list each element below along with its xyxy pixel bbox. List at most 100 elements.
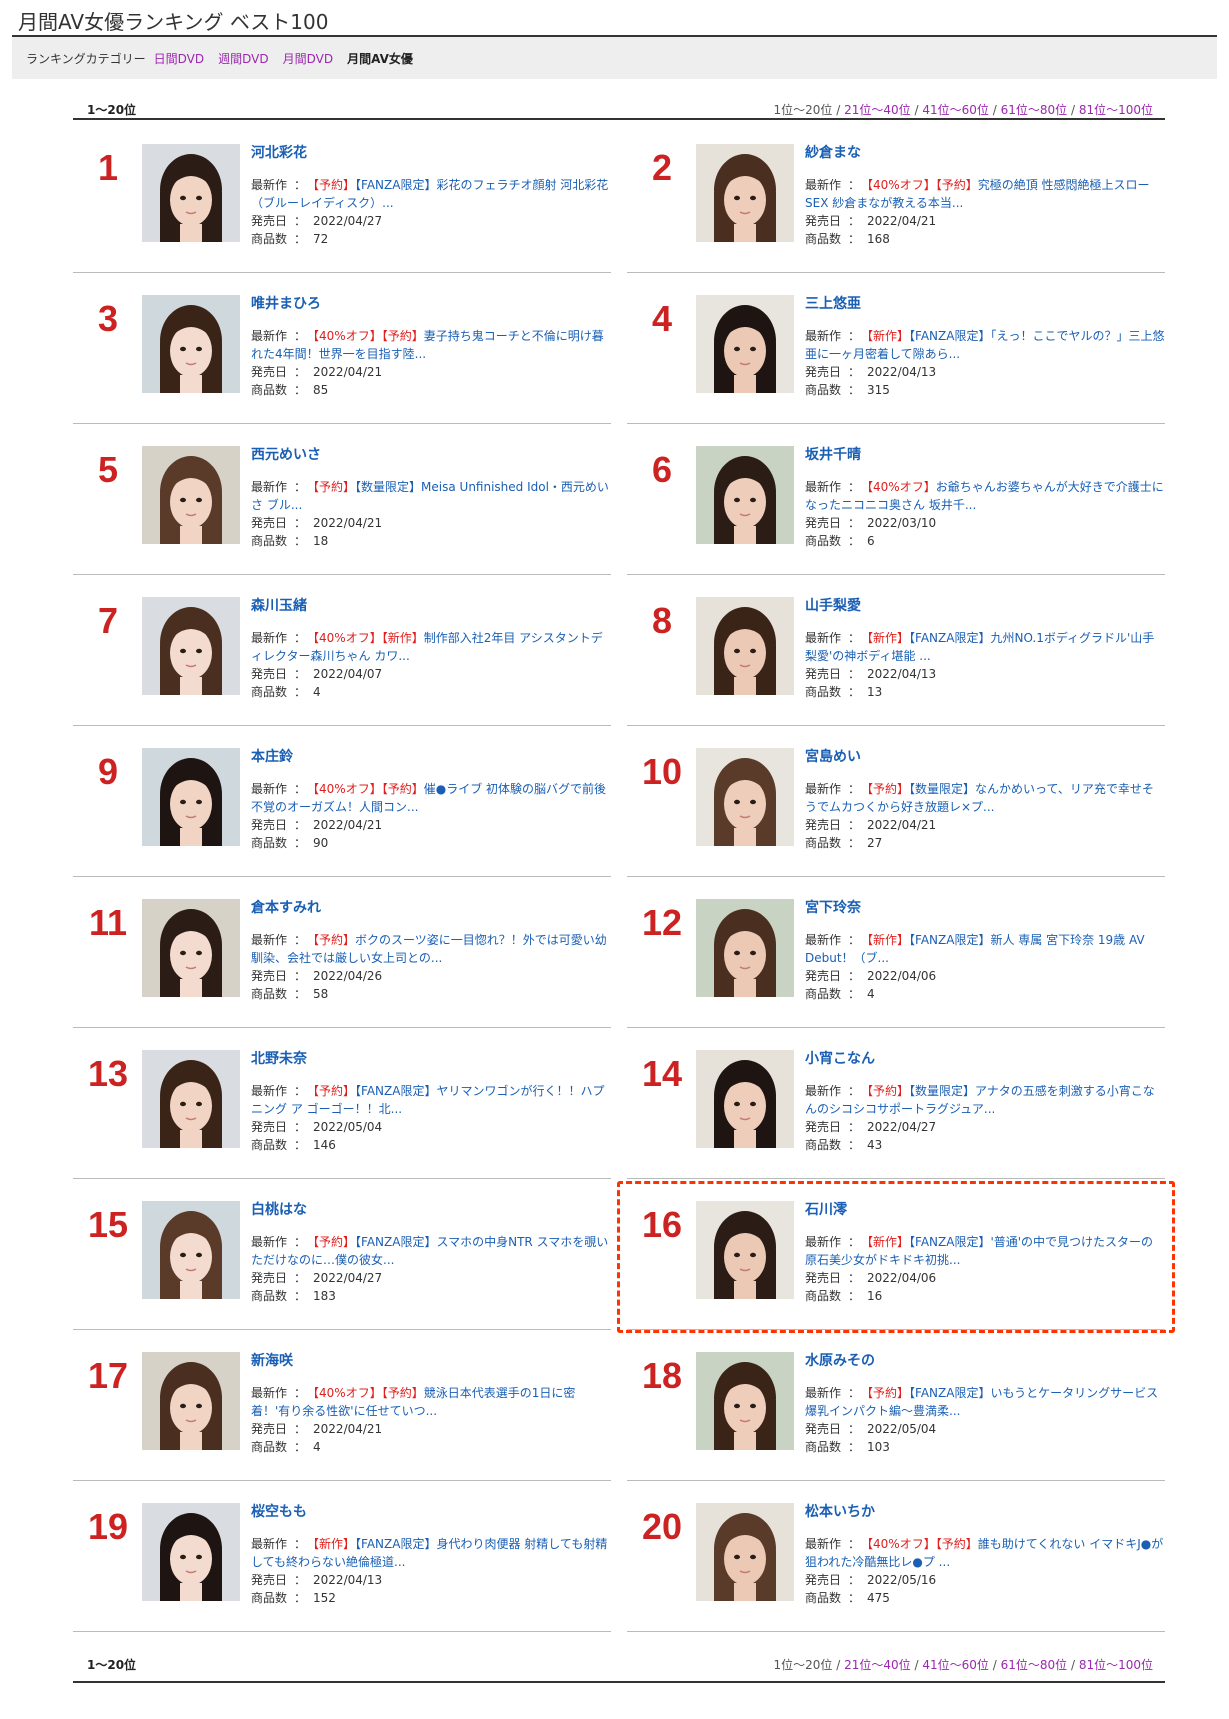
product-tag: 【予約】 — [313, 178, 356, 192]
product-tag: 【予約】 — [313, 480, 356, 494]
product-tag: 【新作】 — [867, 631, 910, 645]
product-count-row: 商品数： 27 — [805, 836, 883, 850]
product-count: 72 — [313, 232, 329, 246]
ranking-entry: 20 松本いちか 最新作：【40%オフ】【予約】誰も助けてくれない イマドキJ●が狙… — [627, 1482, 1165, 1632]
actress-photo[interactable] — [696, 1503, 794, 1601]
release-date-row: 発売日： 2022/04/26 — [251, 969, 383, 983]
product-count: 152 — [313, 1591, 336, 1605]
pager-divider — [73, 118, 1165, 120]
product-tag: 【予約】 — [381, 782, 424, 796]
pager-link-61-80[interactable]: 61位〜80位 — [1001, 1658, 1068, 1672]
latest-work-row: 最新作：【40%オフ】【予約】妻子持ち鬼コーチと不倫に明け暮れた4年間！世界一を… — [251, 329, 604, 361]
actress-name-link[interactable]: 北野未奈 — [251, 1050, 611, 1068]
latest-work-row: 最新作：【予約】【数量限定】Meisa Unfinished Idol・西元めい… — [251, 480, 609, 512]
actress-photo[interactable] — [696, 748, 794, 846]
pager-link-41-60[interactable]: 41位〜60位 — [922, 1658, 989, 1672]
latest-work-row: 最新作：【予約】【FANZA限定】彩花のフェラチオ顔射 河北彩花（ブルーレイディ… — [251, 178, 609, 210]
actress-name-link[interactable]: 西元めいさ — [251, 446, 611, 464]
actress-photo[interactable] — [696, 144, 794, 242]
product-count-row: 商品数： 18 — [251, 534, 329, 548]
actress-name-link[interactable]: 森川玉緒 — [251, 597, 611, 615]
actress-name-link[interactable]: 倉本すみれ — [251, 899, 611, 917]
release-date-row: 発売日： 2022/05/16 — [805, 1573, 937, 1587]
actress-photo[interactable] — [696, 1352, 794, 1450]
pager-link-81-100[interactable]: 81位〜100位 — [1079, 103, 1153, 117]
product-count-row: 商品数： 85 — [251, 383, 329, 397]
actress-name-link[interactable]: 小宵こなん — [805, 1050, 1165, 1068]
actress-photo[interactable] — [142, 1352, 240, 1450]
rank-number: 14 — [641, 1053, 683, 1094]
actress-photo[interactable] — [696, 446, 794, 544]
pager-top: 1〜20位 1位〜20位 / 21位〜40位 / 41位〜60位 / 61位〜8… — [73, 98, 1165, 120]
product-count: 90 — [313, 836, 329, 850]
category-bar: ランキングカテゴリー 日間DVD 週間DVD 月間DVD 月間AV女優 — [12, 37, 1217, 79]
pager-links: 1位〜20位 / 21位〜40位 / 41位〜60位 / 61位〜80位 / 8… — [773, 103, 1153, 117]
product-tag: 【40%オフ】 — [313, 782, 382, 796]
product-count: 85 — [313, 383, 329, 397]
entry-divider — [627, 1631, 1165, 1632]
actress-photo[interactable] — [696, 597, 794, 695]
release-date: 2022/04/27 — [867, 1120, 937, 1134]
actress-name-link[interactable]: 河北彩花 — [251, 144, 611, 162]
actress-name-link[interactable]: 白桃はな — [251, 1201, 611, 1219]
actress-photo[interactable] — [142, 295, 240, 393]
actress-photo[interactable] — [696, 899, 794, 997]
actress-photo[interactable] — [142, 144, 240, 242]
product-count-row: 商品数： 152 — [251, 1591, 336, 1605]
actress-photo[interactable] — [696, 295, 794, 393]
product-tag: 【予約】 — [381, 329, 424, 343]
actress-photo[interactable] — [696, 1050, 794, 1148]
release-date-row: 発売日： 2022/04/21 — [251, 365, 383, 379]
category-link-weekly-dvd[interactable]: 週間DVD — [218, 50, 268, 67]
pager-link-61-80[interactable]: 61位〜80位 — [1001, 103, 1068, 117]
actress-info: 森川玉緒 最新作：【40%オフ】【新作】制作部入社2年目 アシスタントディレクター… — [251, 597, 611, 701]
actress-photo[interactable] — [142, 748, 240, 846]
product-tag: 【予約】 — [381, 1386, 424, 1400]
product-tag: 【40%オフ】 — [313, 329, 382, 343]
pager-divider — [73, 1681, 1165, 1683]
actress-photo[interactable] — [142, 446, 240, 544]
pager-link-41-60[interactable]: 41位〜60位 — [922, 103, 989, 117]
actress-photo[interactable] — [142, 899, 240, 997]
product-count: 4 — [867, 987, 875, 1001]
rank-number: 7 — [97, 600, 119, 641]
category-link-monthly-dvd[interactable]: 月間DVD — [283, 50, 333, 67]
latest-work-row: 最新作：【40%オフ】お爺ちゃんお婆ちゃんが大好きで介護士になったニコニコ奥さん… — [805, 480, 1164, 512]
highlight-box — [617, 1181, 1175, 1333]
pager-range: 1〜20位 — [87, 103, 137, 117]
rank-number: 2 — [651, 147, 673, 188]
actress-name-link[interactable]: 桜空もも — [251, 1503, 611, 1521]
actress-name-link[interactable]: 宮島めい — [805, 748, 1165, 766]
actress-photo[interactable] — [142, 1050, 240, 1148]
pager-link-21-40[interactable]: 21位〜40位 — [844, 1658, 911, 1672]
actress-name-link[interactable]: 本庄鈴 — [251, 748, 611, 766]
entry-divider — [73, 1631, 611, 1632]
actress-name-link[interactable]: 坂井千晴 — [805, 446, 1165, 464]
actress-name-link[interactable]: 宮下玲奈 — [805, 899, 1165, 917]
product-count-row: 商品数： 58 — [251, 987, 329, 1001]
actress-photo[interactable] — [142, 1503, 240, 1601]
actress-photo[interactable] — [142, 1201, 240, 1299]
category-link-daily-dvd[interactable]: 日間DVD — [154, 50, 204, 67]
actress-name-link[interactable]: 山手梨愛 — [805, 597, 1165, 615]
entry-divider — [73, 1329, 611, 1330]
ranking-entry: 5 西元めいさ 最新作：【予約】【数量限定】Meisa Unfinished Ido… — [73, 425, 611, 575]
actress-photo[interactable] — [142, 597, 240, 695]
release-date: 2022/04/06 — [867, 969, 937, 983]
ranking-entry: 15 白桃はな 最新作：【予約】【FANZA限定】スマホの中身NTR スマホを覗いた… — [73, 1180, 611, 1330]
rank-number: 8 — [651, 600, 673, 641]
release-date-row: 発売日： 2022/04/06 — [805, 969, 937, 983]
actress-name-link[interactable]: 紗倉まな — [805, 144, 1165, 162]
pager-current: 1位〜20位 — [773, 1658, 833, 1672]
actress-name-link[interactable]: 三上悠亜 — [805, 295, 1165, 313]
actress-name-link[interactable]: 水原みその — [805, 1352, 1165, 1370]
rank-number: 20 — [641, 1506, 683, 1547]
pager-link-81-100[interactable]: 81位〜100位 — [1079, 1658, 1153, 1672]
rank-number: 9 — [97, 751, 119, 792]
actress-name-link[interactable]: 唯井まひろ — [251, 295, 611, 313]
actress-name-link[interactable]: 松本いちか — [805, 1503, 1165, 1521]
pager-link-21-40[interactable]: 21位〜40位 — [844, 103, 911, 117]
actress-name-link[interactable]: 新海咲 — [251, 1352, 611, 1370]
release-date: 2022/05/04 — [313, 1120, 383, 1134]
release-date: 2022/04/27 — [313, 214, 383, 228]
